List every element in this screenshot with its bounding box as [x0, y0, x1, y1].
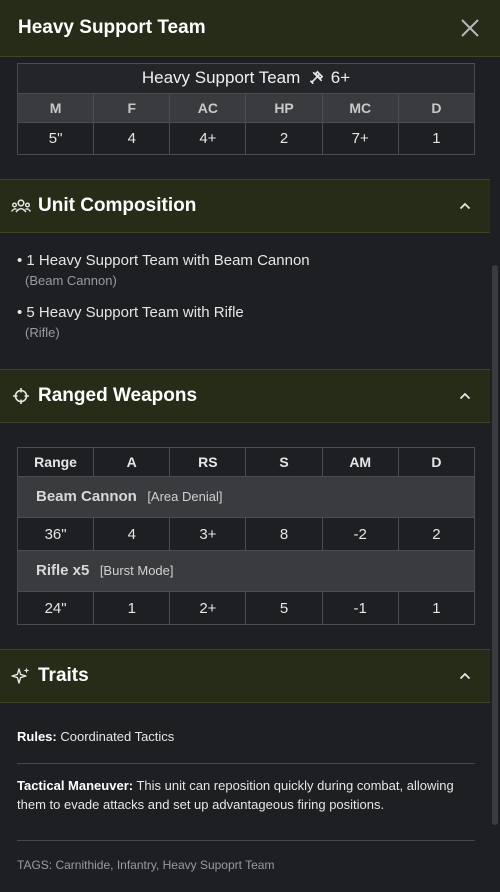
section-traits[interactable]: Traits — [0, 649, 490, 703]
trait-rules: Rules: Coordinated Tactics — [17, 727, 475, 746]
panel-title: Heavy Support Team — [18, 17, 206, 38]
crosshair-icon — [10, 385, 32, 407]
stat-value: 1 — [397, 122, 476, 155]
stat-header: MC — [321, 93, 399, 123]
section-unit-composition[interactable]: Unit Composition — [0, 179, 490, 233]
stat-header: AC — [169, 93, 247, 123]
tags-line: TAGS: Carnithide, Infantry, Heavy Supopr… — [17, 858, 275, 872]
divider — [17, 840, 475, 841]
weapon-header: S — [245, 447, 323, 477]
weapon-name-row: Rifle x5 [Burst Mode] — [17, 550, 475, 592]
stat-value: 4 — [93, 122, 171, 155]
composition-sub: (Beam Cannon) — [25, 273, 117, 288]
composition-label: • 5 Heavy Support Team with Rifle — [17, 304, 244, 321]
section-title: Traits — [38, 665, 89, 686]
weapon-header: AM — [321, 447, 399, 477]
trait-label: Rules: — [17, 729, 57, 744]
unit-stats-table: Heavy Support Team 6+ M F AC HP MC D 5" … — [0, 63, 476, 155]
list-item: • 1 Heavy Support Team with Beam Cannon … — [17, 252, 310, 288]
stat-value: 5" — [16, 122, 95, 155]
composition-label: • 1 Heavy Support Team with Beam Cannon — [17, 252, 310, 269]
stats-unit-cell: Heavy Support Team 6+ — [17, 63, 475, 94]
weapon-value: 1 — [397, 591, 476, 625]
weapon-value: -2 — [321, 517, 399, 551]
chevron-up-icon[interactable] — [458, 669, 472, 683]
stat-value: 4+ — [169, 122, 247, 155]
weapon-header: RS — [169, 447, 247, 477]
section-title: Unit Composition — [38, 195, 197, 216]
list-item: • 5 Heavy Support Team with Rifle (Rifle… — [17, 304, 244, 340]
stats-save-value: 6+ — [330, 67, 351, 87]
weapon-value: 8 — [245, 517, 323, 551]
stat-header: D — [397, 93, 476, 123]
weapon-trait: [Area Denial] — [147, 489, 223, 504]
weapon-value: 2 — [397, 517, 476, 551]
weapon-trait: [Burst Mode] — [99, 563, 174, 578]
stat-header: M — [16, 93, 95, 123]
sparkles-icon — [10, 665, 32, 687]
trait-value: Coordinated Tactics — [60, 729, 175, 744]
panel-header: Heavy Support Team — [0, 0, 500, 57]
scrollbar-thumb[interactable] — [492, 265, 498, 825]
weapon-header: Range — [16, 447, 95, 477]
close-icon[interactable] — [458, 16, 482, 40]
weapon-value: 2+ — [169, 591, 247, 625]
stat-value: 7+ — [321, 122, 399, 155]
weapon-name-row: Beam Cannon [Area Denial] — [17, 476, 475, 518]
weapon-header: D — [397, 447, 476, 477]
chevron-up-icon[interactable] — [458, 389, 472, 403]
section-ranged-weapons[interactable]: Ranged Weapons — [0, 369, 490, 423]
weapon-value: 4 — [93, 517, 171, 551]
panel-body[interactable]: Heavy Support Team 6+ M F AC HP MC D 5" … — [0, 57, 490, 892]
weapon-name: Beam Cannon — [36, 488, 137, 505]
stat-header: F — [93, 93, 171, 123]
divider — [17, 763, 475, 764]
composition-sub: (Rifle) — [25, 325, 60, 340]
stat-header: HP — [245, 93, 323, 123]
ranged-weapons-table: Range A RS S AM D Beam Cannon [Area Deni… — [0, 447, 476, 625]
trait-label: Tactical Maneuver: — [17, 778, 134, 793]
trait-maneuver: Tactical Maneuver: This unit can reposit… — [17, 776, 475, 814]
weapon-value: 5 — [245, 591, 323, 625]
group-icon — [10, 195, 32, 217]
weapon-value: 1 — [93, 591, 171, 625]
weapon-name: Rifle x5 — [36, 562, 90, 579]
shield-break-icon — [309, 70, 324, 90]
weapon-value: -1 — [321, 591, 399, 625]
weapon-value: 3+ — [169, 517, 247, 551]
weapon-value: 24" — [16, 591, 95, 625]
stat-value: 2 — [245, 122, 323, 155]
weapon-header: A — [93, 447, 171, 477]
weapon-value: 36" — [16, 517, 95, 551]
stats-unit-name: Heavy Support Team — [141, 67, 301, 87]
section-title: Ranged Weapons — [38, 385, 198, 406]
chevron-up-icon[interactable] — [458, 199, 472, 213]
